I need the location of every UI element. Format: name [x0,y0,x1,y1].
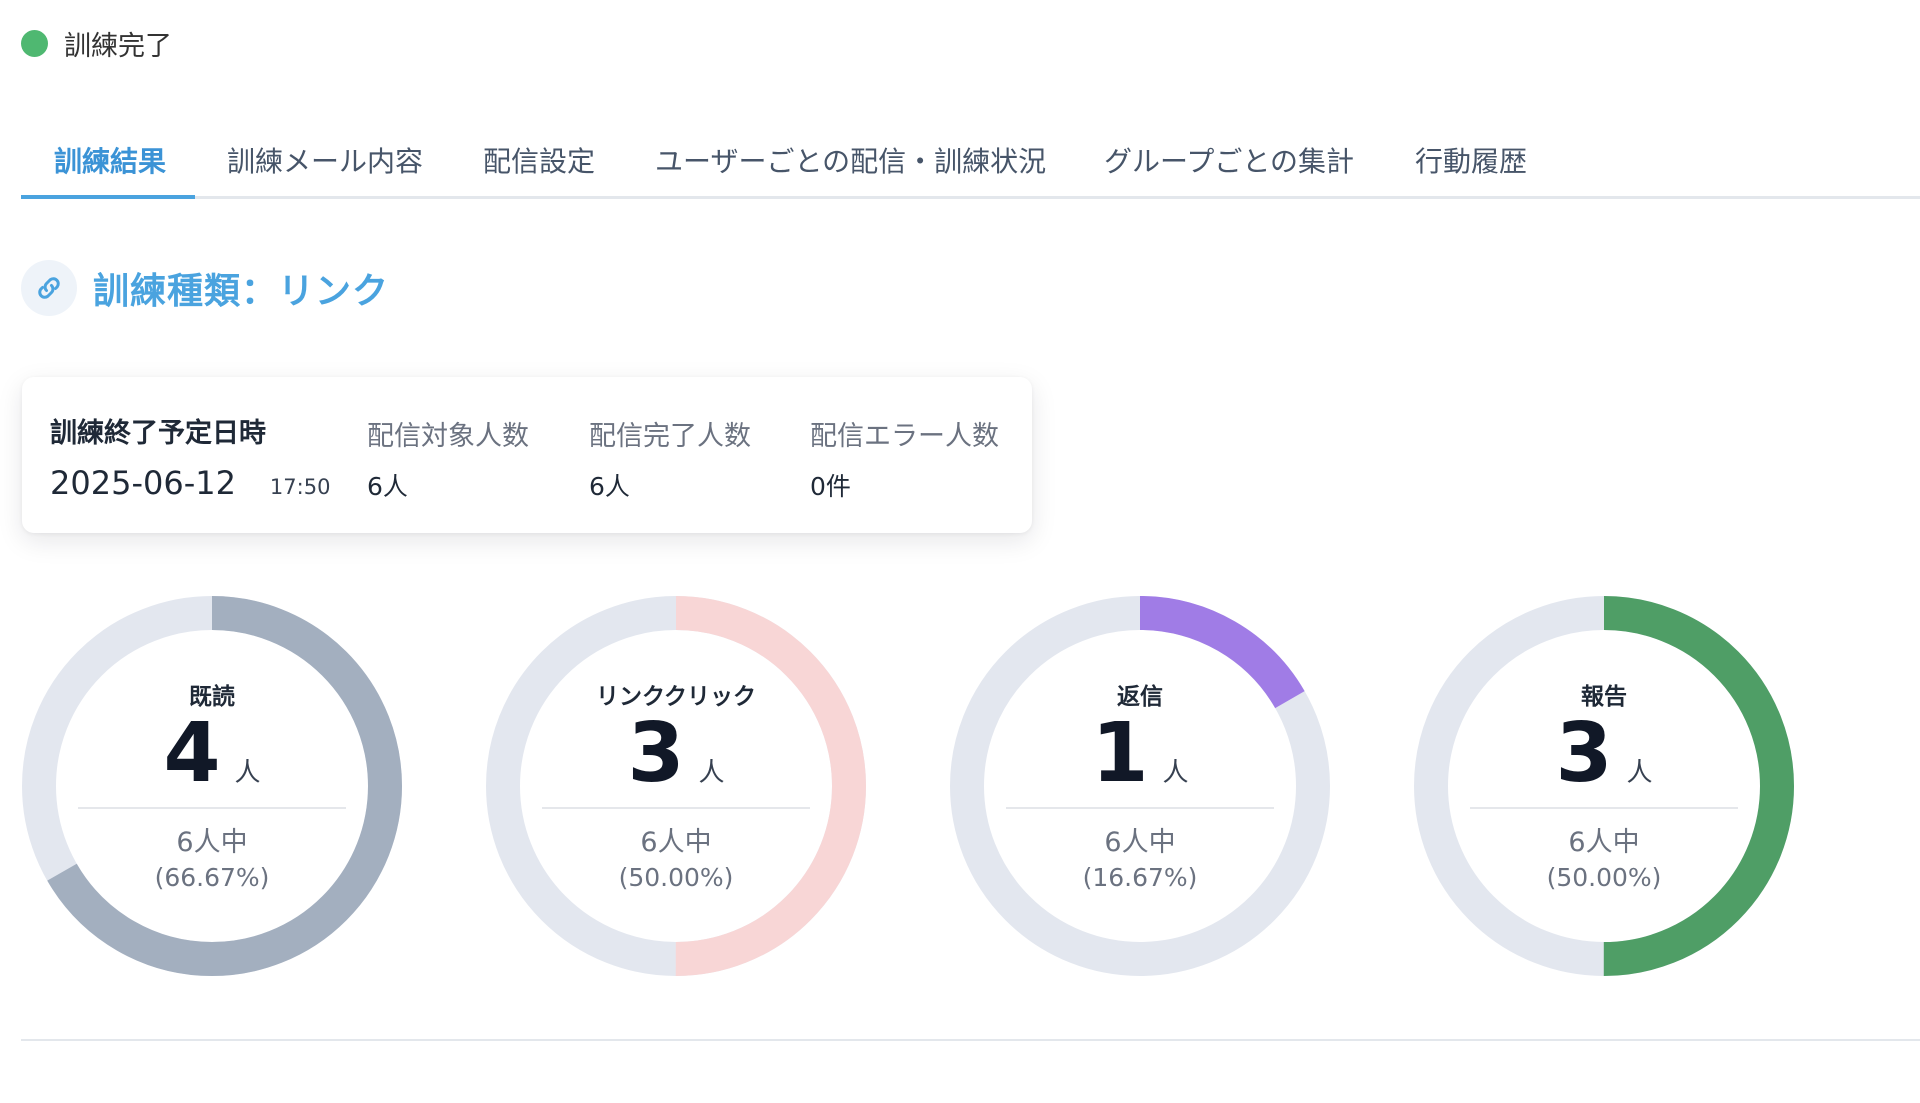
training-status: 訓練完了 [21,24,172,63]
status-label: 訓練完了 [64,31,172,62]
metric-unit: 人 [1626,758,1653,788]
metric-rate: (16.67%) [1082,863,1198,892]
end-time: 17:50 [269,475,331,499]
metric-count: 3 [627,706,685,801]
metric-report: 報告 3 人 6人中 (50.00%) [1413,595,1795,977]
tab-action-history[interactable]: 行動履歴 [1415,140,1527,180]
metric-reply: 返信 1 人 6人中 (16.67%) [949,595,1331,977]
metric-divider [1006,807,1274,809]
metric-count: 1 [1091,706,1149,801]
status-dot-icon [21,30,48,57]
metric-link-click: リンククリック 3 人 6人中 (50.00%) [485,595,867,977]
errors-group: 配信エラー人数 0件 [810,414,999,503]
targets-value: 6人 [367,472,408,501]
errors-label: 配信エラー人数 [810,421,999,452]
metric-divider [1470,807,1738,809]
end-date: 2025-06-12 [50,464,236,502]
metric-total: 6人中 [640,827,712,858]
training-type-heading: 訓練種類：リンク [21,260,389,316]
metric-unit: 人 [1162,758,1189,788]
end-datetime-label: 訓練終了予定日時 [50,418,266,449]
metric-total: 6人中 [176,827,248,858]
tab-user-status[interactable]: ユーザーごとの配信・訓練状況 [655,140,1046,180]
link-icon [21,260,77,316]
metric-divider [542,807,810,809]
metric-divider [78,807,346,809]
metric-rate: (50.00%) [618,863,734,892]
active-tab-indicator [21,195,195,199]
tab-delivery-settings[interactable]: 配信設定 [483,140,595,180]
metric-total: 6人中 [1104,827,1176,858]
targets-label: 配信対象人数 [367,421,529,452]
tab-training-results[interactable]: 訓練結果 [54,140,166,180]
end-datetime-group: 訓練終了予定日時 2025-06-12 17:50 [50,411,330,502]
tab-group-summary[interactable]: グループごとの集計 [1104,140,1354,180]
completed-label: 配信完了人数 [589,421,751,452]
metric-unit: 人 [234,758,261,788]
tab-bar: 訓練結果 訓練メール内容 配信設定 ユーザーごとの配信・訓練状況 グループごとの… [21,132,1920,199]
metric-total: 6人中 [1568,827,1640,858]
metric-count: 4 [163,706,221,801]
metric-rate: (66.67%) [154,863,270,892]
delivery-summary-card: 訓練終了予定日時 2025-06-12 17:50 配信対象人数 6人 配信完了… [22,377,1032,533]
completed-value: 6人 [589,472,630,501]
metric-rate: (50.00%) [1546,863,1662,892]
targets-group: 配信対象人数 6人 [367,414,529,503]
section-divider [21,1039,1920,1041]
metric-read: 既読 4 人 6人中 (66.67%) [21,595,403,977]
tab-training-mail-content[interactable]: 訓練メール内容 [227,140,423,180]
completed-group: 配信完了人数 6人 [589,414,751,503]
metric-unit: 人 [698,758,725,788]
training-type-title: 訓練種類：リンク [93,271,390,312]
errors-value: 0件 [810,472,851,501]
metric-count: 3 [1555,706,1613,801]
